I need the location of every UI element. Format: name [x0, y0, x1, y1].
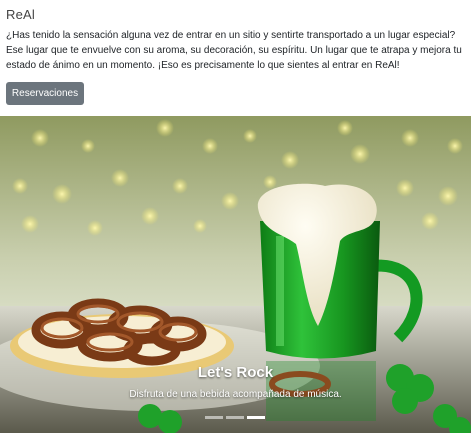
slide-title: Let's Rock: [197, 364, 274, 381]
carousel-indicators: [205, 416, 265, 420]
carousel-indicator[interactable]: [226, 416, 244, 419]
slide-caption: Disfruta de una bebida acompañada de mús…: [129, 389, 342, 400]
image-carousel[interactable]: Let's Rock Disfruta de una bebida acompa…: [0, 116, 471, 433]
carousel-slide-image: [0, 116, 471, 433]
intro-paragraph: ¿Has tenido la sensación alguna vez de e…: [6, 30, 462, 71]
carousel-indicator[interactable]: [247, 416, 265, 419]
brand-title[interactable]: ReAl: [6, 7, 35, 22]
reservations-button[interactable]: Reservaciones: [6, 82, 84, 105]
carousel-indicator[interactable]: [205, 416, 223, 419]
